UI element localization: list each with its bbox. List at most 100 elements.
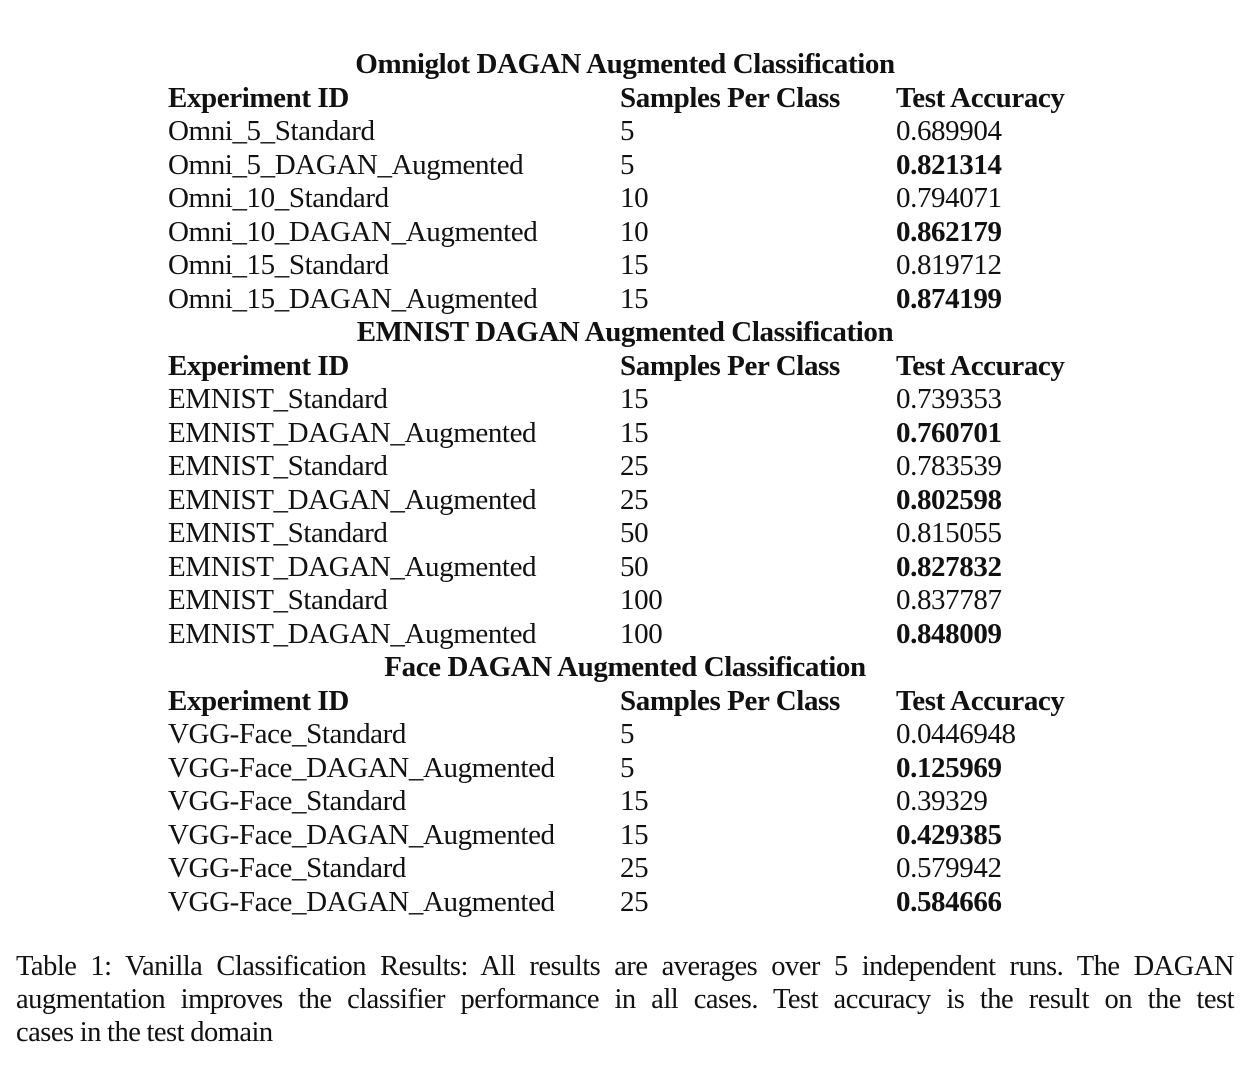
samples-per-class-cell: 15 — [620, 249, 649, 281]
table-row: Omni_10_DAGAN_Augmented 10 0.862179 — [168, 216, 1080, 250]
samples-per-class-cell: 5 — [620, 148, 635, 181]
table-row: Omni_10_Standard 10 0.794071 — [168, 182, 1080, 216]
experiment-id-cell: Omni_10_DAGAN_Augmented — [168, 215, 538, 248]
samples-per-class-cell: 25 — [620, 450, 649, 482]
table-row: VGG-Face_Standard 15 0.39329 — [168, 785, 1080, 819]
table-row: Omni_15_DAGAN_Augmented 15 0.874199 — [168, 283, 1080, 317]
caption-line: augmentation improves the classifier per… — [16, 984, 1235, 1015]
header-samples-per-class: Samples Per Class — [620, 81, 840, 114]
experiment-id-cell: VGG-Face_DAGAN_Augmented — [168, 751, 555, 784]
table-caption: Table 1: Vanilla Classification Results:… — [16, 950, 1235, 1049]
experiment-id-cell: Omni_10_Standard — [168, 182, 389, 214]
table-row: EMNIST_Standard 25 0.783539 — [168, 450, 1080, 484]
table-row: Omni_5_Standard 5 0.689904 — [168, 115, 1080, 149]
table-row: EMNIST_DAGAN_Augmented 100 0.848009 — [168, 618, 1080, 652]
samples-per-class-cell: 100 — [620, 617, 663, 650]
samples-per-class-cell: 25 — [620, 885, 649, 918]
header-row: Experiment ID Samples Per Class Test Accur… — [168, 82, 1080, 116]
caption-line: Table 1: Vanilla Classification Results:… — [16, 951, 1235, 982]
experiment-id-cell: EMNIST_DAGAN_Augmented — [168, 550, 537, 583]
test-accuracy-cell: 0.874199 — [896, 282, 1002, 315]
table-row: EMNIST_Standard 15 0.739353 — [168, 383, 1080, 417]
samples-per-class-cell: 5 — [620, 115, 635, 147]
table-row: Omni_15_Standard 15 0.819712 — [168, 249, 1080, 283]
experiment-id-cell: Omni_15_Standard — [168, 249, 389, 281]
samples-per-class-cell: 15 — [620, 383, 649, 415]
experiment-id-cell: EMNIST_Standard — [168, 383, 388, 415]
header-row: Experiment ID Samples Per Class Test Accur… — [168, 685, 1080, 719]
samples-per-class-cell: 15 — [620, 818, 649, 851]
table-row: EMNIST_Standard 50 0.815055 — [168, 517, 1080, 551]
header-experiment-id: Experiment ID — [168, 349, 349, 382]
experiment-id-cell: VGG-Face_Standard — [168, 852, 407, 884]
experiment-id-cell: Omni_5_Standard — [168, 115, 375, 147]
experiment-id-cell: Omni_15_DAGAN_Augmented — [168, 282, 538, 315]
experiment-id-cell: EMNIST_Standard — [168, 584, 388, 616]
section-title: Face DAGAN Augmented Classification — [384, 651, 866, 683]
test-accuracy-cell: 0.827832 — [896, 550, 1002, 583]
experiment-id-cell: EMNIST_DAGAN_Augmented — [168, 483, 537, 516]
test-accuracy-cell: 0.125969 — [896, 751, 1002, 784]
test-accuracy-cell: 0.739353 — [896, 383, 1002, 415]
experiment-id-cell: Omni_5_DAGAN_Augmented — [168, 148, 524, 181]
table-row: VGG-Face_DAGAN_Augmented 15 0.429385 — [168, 819, 1080, 853]
samples-per-class-cell: 25 — [620, 483, 649, 516]
samples-per-class-cell: 15 — [620, 785, 649, 817]
samples-per-class-cell: 50 — [620, 550, 649, 583]
test-accuracy-cell: 0.429385 — [896, 818, 1002, 851]
test-accuracy-cell: 0.794071 — [896, 182, 1002, 214]
table-row: EMNIST_DAGAN_Augmented 25 0.802598 — [168, 484, 1080, 518]
header-experiment-id: Experiment ID — [168, 81, 349, 114]
experiment-id-cell: EMNIST_Standard — [168, 517, 388, 549]
experiment-id-cell: EMNIST_Standard — [168, 450, 388, 482]
test-accuracy-cell: 0.579942 — [896, 852, 1002, 884]
samples-per-class-cell: 100 — [620, 584, 663, 616]
table-row: VGG-Face_DAGAN_Augmented 25 0.584666 — [168, 886, 1080, 920]
test-accuracy-cell: 0.39329 — [896, 785, 988, 817]
header-test-accuracy: Test Accuracy — [896, 684, 1065, 717]
test-accuracy-cell: 0.802598 — [896, 483, 1002, 516]
caption-line: cases in the test domain — [16, 1017, 273, 1048]
experiment-id-cell: VGG-Face_DAGAN_Augmented — [168, 885, 555, 918]
table-section-emnist: EMNIST DAGAN Augmented Classification Exp… — [168, 316, 1080, 651]
section-title: Omniglot DAGAN Augmented Classification — [355, 48, 895, 80]
test-accuracy-cell: 0.819712 — [896, 249, 1002, 281]
test-accuracy-cell: 0.783539 — [896, 450, 1002, 482]
header-samples-per-class: Samples Per Class — [620, 349, 840, 382]
samples-per-class-cell: 50 — [620, 517, 649, 549]
test-accuracy-cell: 0.848009 — [896, 617, 1002, 650]
header-test-accuracy: Test Accuracy — [896, 81, 1065, 114]
samples-per-class-cell: 15 — [620, 282, 649, 315]
test-accuracy-cell: 0.815055 — [896, 517, 1002, 549]
experiment-id-cell: VGG-Face_Standard — [168, 718, 407, 750]
test-accuracy-cell: 0.821314 — [896, 148, 1002, 181]
table-row: EMNIST_Standard 100 0.837787 — [168, 584, 1080, 618]
experiment-id-cell: EMNIST_DAGAN_Augmented — [168, 416, 537, 449]
table-row: EMNIST_DAGAN_Augmented 15 0.760701 — [168, 417, 1080, 451]
table-row: VGG-Face_DAGAN_Augmented 5 0.125969 — [168, 752, 1080, 786]
test-accuracy-cell: 0.837787 — [896, 584, 1002, 616]
test-accuracy-cell: 0.584666 — [896, 885, 1002, 918]
test-accuracy-cell: 0.689904 — [896, 115, 1002, 147]
table-section-face: Face DAGAN Augmented Classification Exper… — [168, 651, 1080, 919]
test-accuracy-cell: 0.760701 — [896, 416, 1002, 449]
table-section-omniglot: Omniglot DAGAN Augmented Classification E… — [168, 48, 1080, 316]
table-row: EMNIST_DAGAN_Augmented 50 0.827832 — [168, 551, 1080, 585]
experiment-id-cell: EMNIST_DAGAN_Augmented — [168, 617, 537, 650]
results-table: Omniglot DAGAN Augmented Classification E… — [168, 48, 1080, 919]
samples-per-class-cell: 5 — [620, 718, 635, 750]
test-accuracy-cell: 0.862179 — [896, 215, 1002, 248]
samples-per-class-cell: 5 — [620, 751, 635, 784]
table-row: Omni_5_DAGAN_Augmented 5 0.821314 — [168, 149, 1080, 183]
table-row: VGG-Face_Standard 5 0.0446948 — [168, 718, 1080, 752]
experiment-id-cell: VGG-Face_DAGAN_Augmented — [168, 818, 555, 851]
header-test-accuracy: Test Accuracy — [896, 349, 1065, 382]
section-title: EMNIST DAGAN Augmented Classification — [356, 316, 894, 348]
samples-per-class-cell: 15 — [620, 416, 649, 449]
header-samples-per-class: Samples Per Class — [620, 684, 840, 717]
header-experiment-id: Experiment ID — [168, 684, 349, 717]
samples-per-class-cell: 10 — [620, 215, 649, 248]
header-row: Experiment ID Samples Per Class Test Accur… — [168, 350, 1080, 384]
samples-per-class-cell: 10 — [620, 182, 649, 214]
table-row: VGG-Face_Standard 25 0.579942 — [168, 852, 1080, 886]
